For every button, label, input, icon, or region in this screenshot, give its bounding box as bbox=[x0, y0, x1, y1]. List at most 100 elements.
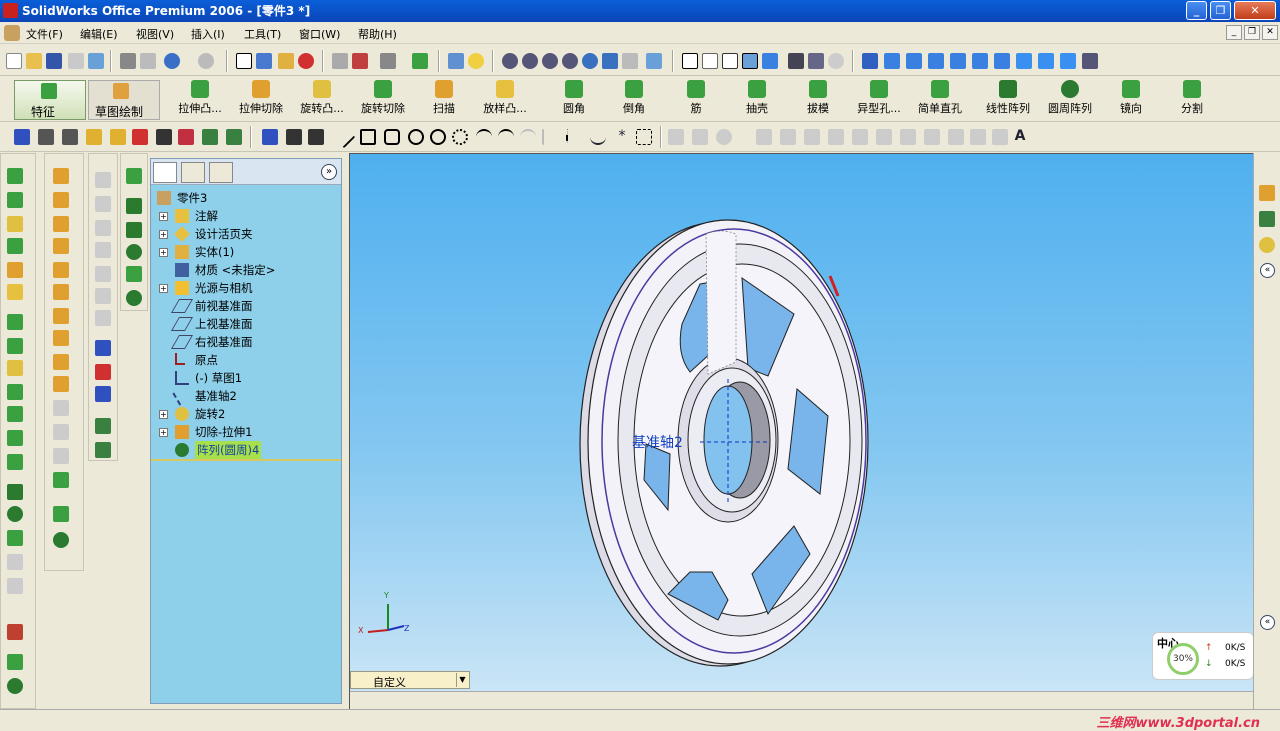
extend-icon[interactable] bbox=[780, 129, 796, 145]
surface-revolve-icon[interactable] bbox=[53, 192, 69, 208]
revolve-tool-icon[interactable] bbox=[7, 192, 23, 208]
relations-icon[interactable] bbox=[132, 129, 148, 145]
sketch-analyze-icon[interactable] bbox=[226, 129, 242, 145]
thicken-icon[interactable] bbox=[53, 472, 69, 488]
view-link-icon[interactable] bbox=[1082, 53, 1098, 69]
feature-tab[interactable]: 特征 bbox=[14, 80, 86, 120]
circular-pattern-button[interactable]: 圆周阵列 bbox=[1042, 80, 1098, 116]
revolve-boss-tool-icon[interactable] bbox=[7, 216, 23, 232]
fillet-tool-icon[interactable] bbox=[7, 406, 23, 422]
home-icon[interactable] bbox=[1259, 185, 1275, 201]
mirror-tool-icon[interactable] bbox=[7, 530, 23, 546]
horizontal-scrollbar[interactable] bbox=[350, 691, 1253, 709]
sketch-grid-icon[interactable] bbox=[992, 129, 1008, 145]
tree-item-lights-cameras[interactable]: + 光源与相机 bbox=[151, 279, 339, 297]
point-icon[interactable]: * bbox=[614, 129, 630, 145]
toolbox-icon[interactable] bbox=[448, 53, 464, 69]
hole-wizard-button[interactable]: 异型孔... bbox=[851, 80, 907, 116]
tree-root[interactable]: 零件3 bbox=[151, 189, 339, 207]
sweep-button[interactable]: 扫描 bbox=[416, 80, 472, 116]
mold-undercut-icon[interactable] bbox=[95, 196, 111, 212]
circular-sketch-pattern-icon[interactable] bbox=[970, 129, 986, 145]
sketch-chamfer-icon[interactable] bbox=[542, 129, 558, 145]
curve-pattern-tool-icon[interactable] bbox=[7, 554, 23, 570]
standard-views-icon[interactable] bbox=[646, 53, 662, 69]
cut-sweep-tool-icon[interactable] bbox=[7, 360, 23, 376]
help-icon[interactable] bbox=[468, 53, 484, 69]
helix-tool-icon[interactable] bbox=[53, 532, 69, 548]
menu-help[interactable]: 帮助(H) bbox=[358, 26, 397, 42]
doc-minimize-button[interactable]: _ bbox=[1226, 25, 1242, 40]
tree-item-solid-bodies[interactable]: + 实体(1) bbox=[151, 243, 339, 261]
construction-geometry-icon[interactable] bbox=[636, 129, 652, 145]
curves-tool-icon[interactable] bbox=[7, 678, 23, 694]
circle-icon[interactable] bbox=[408, 129, 424, 145]
tree-item-annotations[interactable]: + 注解 bbox=[151, 207, 339, 225]
helix-spiral-icon[interactable] bbox=[126, 290, 142, 306]
menu-insert[interactable]: 插入(I) bbox=[191, 26, 225, 42]
mold-parting-line-icon[interactable] bbox=[95, 242, 111, 258]
photoworks-icon[interactable] bbox=[412, 53, 428, 69]
expand-icon[interactable]: + bbox=[159, 230, 168, 239]
surface-loft-icon[interactable] bbox=[53, 238, 69, 254]
sweep-tool-icon[interactable] bbox=[7, 238, 23, 254]
expand-icon[interactable]: + bbox=[159, 428, 168, 437]
sketch-fillet-icon[interactable] bbox=[520, 129, 536, 145]
perimeter-circle-icon[interactable] bbox=[430, 129, 446, 145]
extruded-boss-button[interactable]: 拉伸凸... bbox=[172, 80, 228, 116]
draft-button[interactable]: 拔模 bbox=[790, 80, 846, 116]
doc-close-button[interactable]: ✕ bbox=[1262, 25, 1278, 40]
select-icon[interactable] bbox=[236, 53, 252, 69]
mold-core-icon[interactable] bbox=[95, 386, 111, 402]
pan-icon[interactable] bbox=[602, 53, 618, 69]
maximize-button[interactable]: ❐ bbox=[1210, 1, 1231, 20]
mold-draft-icon[interactable] bbox=[95, 172, 111, 188]
sketch-text-icon[interactable]: A bbox=[1012, 129, 1028, 145]
mold-shutoff-icon[interactable] bbox=[95, 266, 111, 282]
expand-icon[interactable]: + bbox=[159, 410, 168, 419]
graphics-area[interactable]: 基准轴2 Y X Z 自定义 ▼ 中心 30% ↑ 0K/S ↓ 0K/S bbox=[349, 153, 1253, 709]
convert-entities-icon[interactable] bbox=[692, 129, 708, 145]
expand-icon[interactable]: + bbox=[159, 212, 168, 221]
simple-hole-button[interactable]: 简单直孔 bbox=[912, 80, 968, 116]
tree-item-front-plane[interactable]: 前视基准面 bbox=[151, 297, 339, 315]
note-icon[interactable] bbox=[86, 129, 102, 145]
sketch-tab[interactable]: 草图绘制 bbox=[88, 80, 160, 120]
rollback-bar[interactable] bbox=[151, 459, 341, 461]
linear-sketch-pattern-icon[interactable] bbox=[948, 129, 964, 145]
loft-tool-icon[interactable] bbox=[7, 262, 23, 278]
split-entities-icon[interactable] bbox=[804, 129, 820, 145]
knit-surface-icon[interactable] bbox=[53, 354, 69, 370]
plane-tool-icon[interactable] bbox=[53, 506, 69, 522]
repair-icon[interactable] bbox=[178, 129, 194, 145]
delete-body-tool-icon[interactable] bbox=[7, 624, 23, 640]
tree-item-cut-extrude1[interactable]: + 切除-拉伸1 bbox=[151, 423, 339, 441]
planar-surface-icon[interactable] bbox=[53, 284, 69, 300]
bottom-view-icon[interactable] bbox=[994, 53, 1010, 69]
tree-item-origin[interactable]: 原点 bbox=[151, 351, 339, 369]
radiate-surface-icon[interactable] bbox=[53, 330, 69, 346]
reference-axis-icon[interactable] bbox=[126, 198, 142, 214]
mold-insert-icon[interactable] bbox=[95, 442, 111, 458]
expand-icon[interactable]: + bbox=[159, 248, 168, 257]
expand-panel-icon[interactable]: » bbox=[321, 164, 337, 180]
tree-item-right-plane[interactable]: 右视基准面 bbox=[151, 333, 339, 351]
back-view-icon[interactable] bbox=[906, 53, 922, 69]
cut-revolve-tool-icon[interactable] bbox=[7, 338, 23, 354]
extend-surface-icon[interactable] bbox=[53, 400, 69, 416]
untrim-surface-icon[interactable] bbox=[53, 448, 69, 464]
top-view-icon[interactable] bbox=[972, 53, 988, 69]
section-view-icon[interactable] bbox=[808, 53, 824, 69]
wireframe-icon[interactable] bbox=[682, 53, 698, 69]
spelling-icon[interactable] bbox=[14, 129, 30, 145]
sum-icon[interactable] bbox=[156, 129, 172, 145]
polygon-icon[interactable] bbox=[384, 129, 400, 145]
menu-view[interactable]: 视图(V) bbox=[136, 26, 174, 42]
dimetric-view-icon[interactable] bbox=[1060, 53, 1076, 69]
extruded-cut-button[interactable]: 拉伸切除 bbox=[233, 80, 289, 116]
zoom-selection-icon[interactable] bbox=[562, 53, 578, 69]
sketch-icon[interactable] bbox=[278, 53, 294, 69]
baseline-dimension-icon[interactable] bbox=[62, 129, 78, 145]
boundary-tool-icon[interactable] bbox=[7, 284, 23, 300]
options-icon[interactable] bbox=[332, 53, 348, 69]
